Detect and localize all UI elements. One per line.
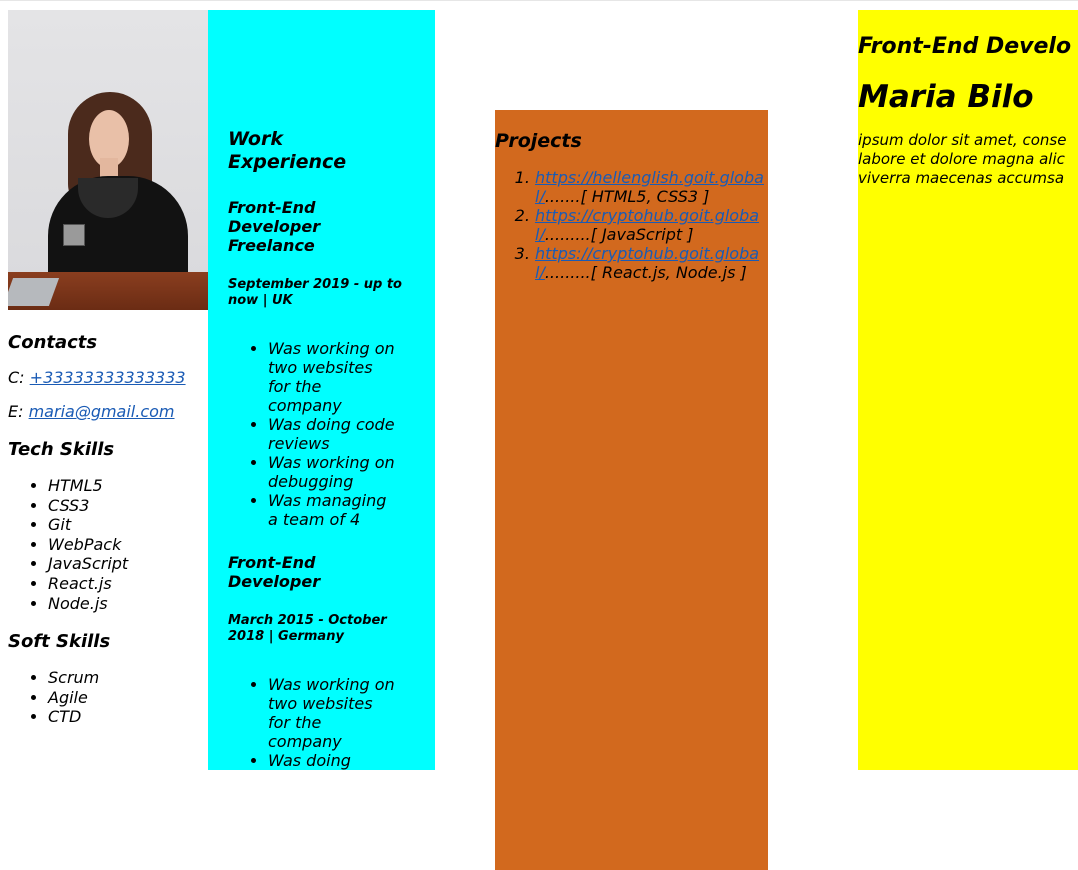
email-prefix: E:: [8, 402, 24, 421]
project-note: .........[ React.js, Node.js ]: [544, 263, 747, 282]
list-item: React.js: [48, 574, 208, 594]
list-item: Was working on two websites for the comp…: [268, 675, 396, 751]
profile-photo: [8, 10, 208, 310]
project-note: .........[ JavaScript ]: [544, 225, 694, 244]
job-period: September 2019 - up to now | UK: [228, 277, 402, 308]
list-item: Was doing code reviews: [268, 415, 396, 453]
list-item: https://cryptohub.goit.global/.........[…: [535, 206, 768, 244]
job-role-title: Front-End Develo: [858, 34, 1072, 59]
phone-prefix: C:: [8, 368, 25, 387]
contacts-heading: Contacts: [8, 332, 98, 353]
work-heading: Work Experience: [228, 128, 347, 173]
projects-list: https://hellenglish.goit.global/.......[…: [495, 168, 768, 282]
list-item: HTML5: [48, 476, 208, 496]
list-item: Was working on two websites for the comp…: [268, 339, 396, 415]
intro-text-line: ipsum dolor sit amet, conse: [858, 131, 1067, 149]
sidebar: Contacts C: +33333333333333 E: maria@gma…: [8, 10, 208, 770]
rubiks-cube-icon: [63, 224, 85, 246]
duties-list: Was working on two websites for the comp…: [228, 339, 396, 529]
list-item: JavaScript: [48, 554, 208, 574]
project-note: .......[ HTML5, CSS3 ]: [544, 187, 710, 206]
person-name: Maria Bilo: [858, 79, 1034, 115]
job-period: March 2015 - October 2018 | Germany: [228, 613, 387, 644]
phone-link[interactable]: +33333333333333: [30, 368, 186, 387]
tech-skills-heading: Tech Skills: [8, 439, 115, 460]
list-item: Node.js: [48, 594, 208, 614]
projects-section: Projects https://hellenglish.goit.global…: [495, 110, 768, 870]
list-item: CTD: [48, 707, 208, 727]
list-item: Was doing: [268, 751, 396, 770]
intro-text: ipsum dolor sit amet, conse labore et do…: [858, 131, 1078, 188]
email-line: E: maria@gmail.com: [8, 402, 208, 421]
soft-skills-heading: Soft Skills: [8, 631, 111, 653]
projects-heading: Projects: [495, 130, 582, 152]
phone-line: C: +33333333333333: [8, 368, 208, 387]
list-item: WebPack: [48, 535, 208, 555]
list-item: Was working on debugging: [268, 453, 396, 491]
list-item: https://hellenglish.goit.global/.......[…: [535, 168, 768, 206]
list-item: Scrum: [48, 668, 208, 688]
work-experience-section: Work Experience Front-End Developer Free…: [208, 10, 435, 770]
list-item: Git: [48, 515, 208, 535]
list-item: https://cryptohub.goit.global/.........[…: [535, 244, 768, 282]
job-title: Front-End Developer: [228, 553, 321, 591]
duties-list: Was working on two websites for the comp…: [228, 675, 396, 770]
list-item: Agile: [48, 688, 208, 708]
intro-text-line: viverra maecenas accumsa: [858, 169, 1065, 187]
list-item: Was managing a team of 4: [268, 491, 396, 529]
job-title: Front-End Developer Freelance: [228, 198, 321, 255]
list-item: CSS3: [48, 496, 208, 516]
tech-skills-list: HTML5 CSS3 Git WebPack JavaScript React.…: [8, 476, 208, 613]
intro-text-line: labore et dolore magna alic: [858, 150, 1065, 168]
soft-skills-list: Scrum Agile CTD: [8, 668, 208, 727]
intro-section: Front-End Develo Maria Bilo ipsum dolor …: [858, 10, 1078, 770]
email-link[interactable]: maria@gmail.com: [29, 402, 175, 421]
